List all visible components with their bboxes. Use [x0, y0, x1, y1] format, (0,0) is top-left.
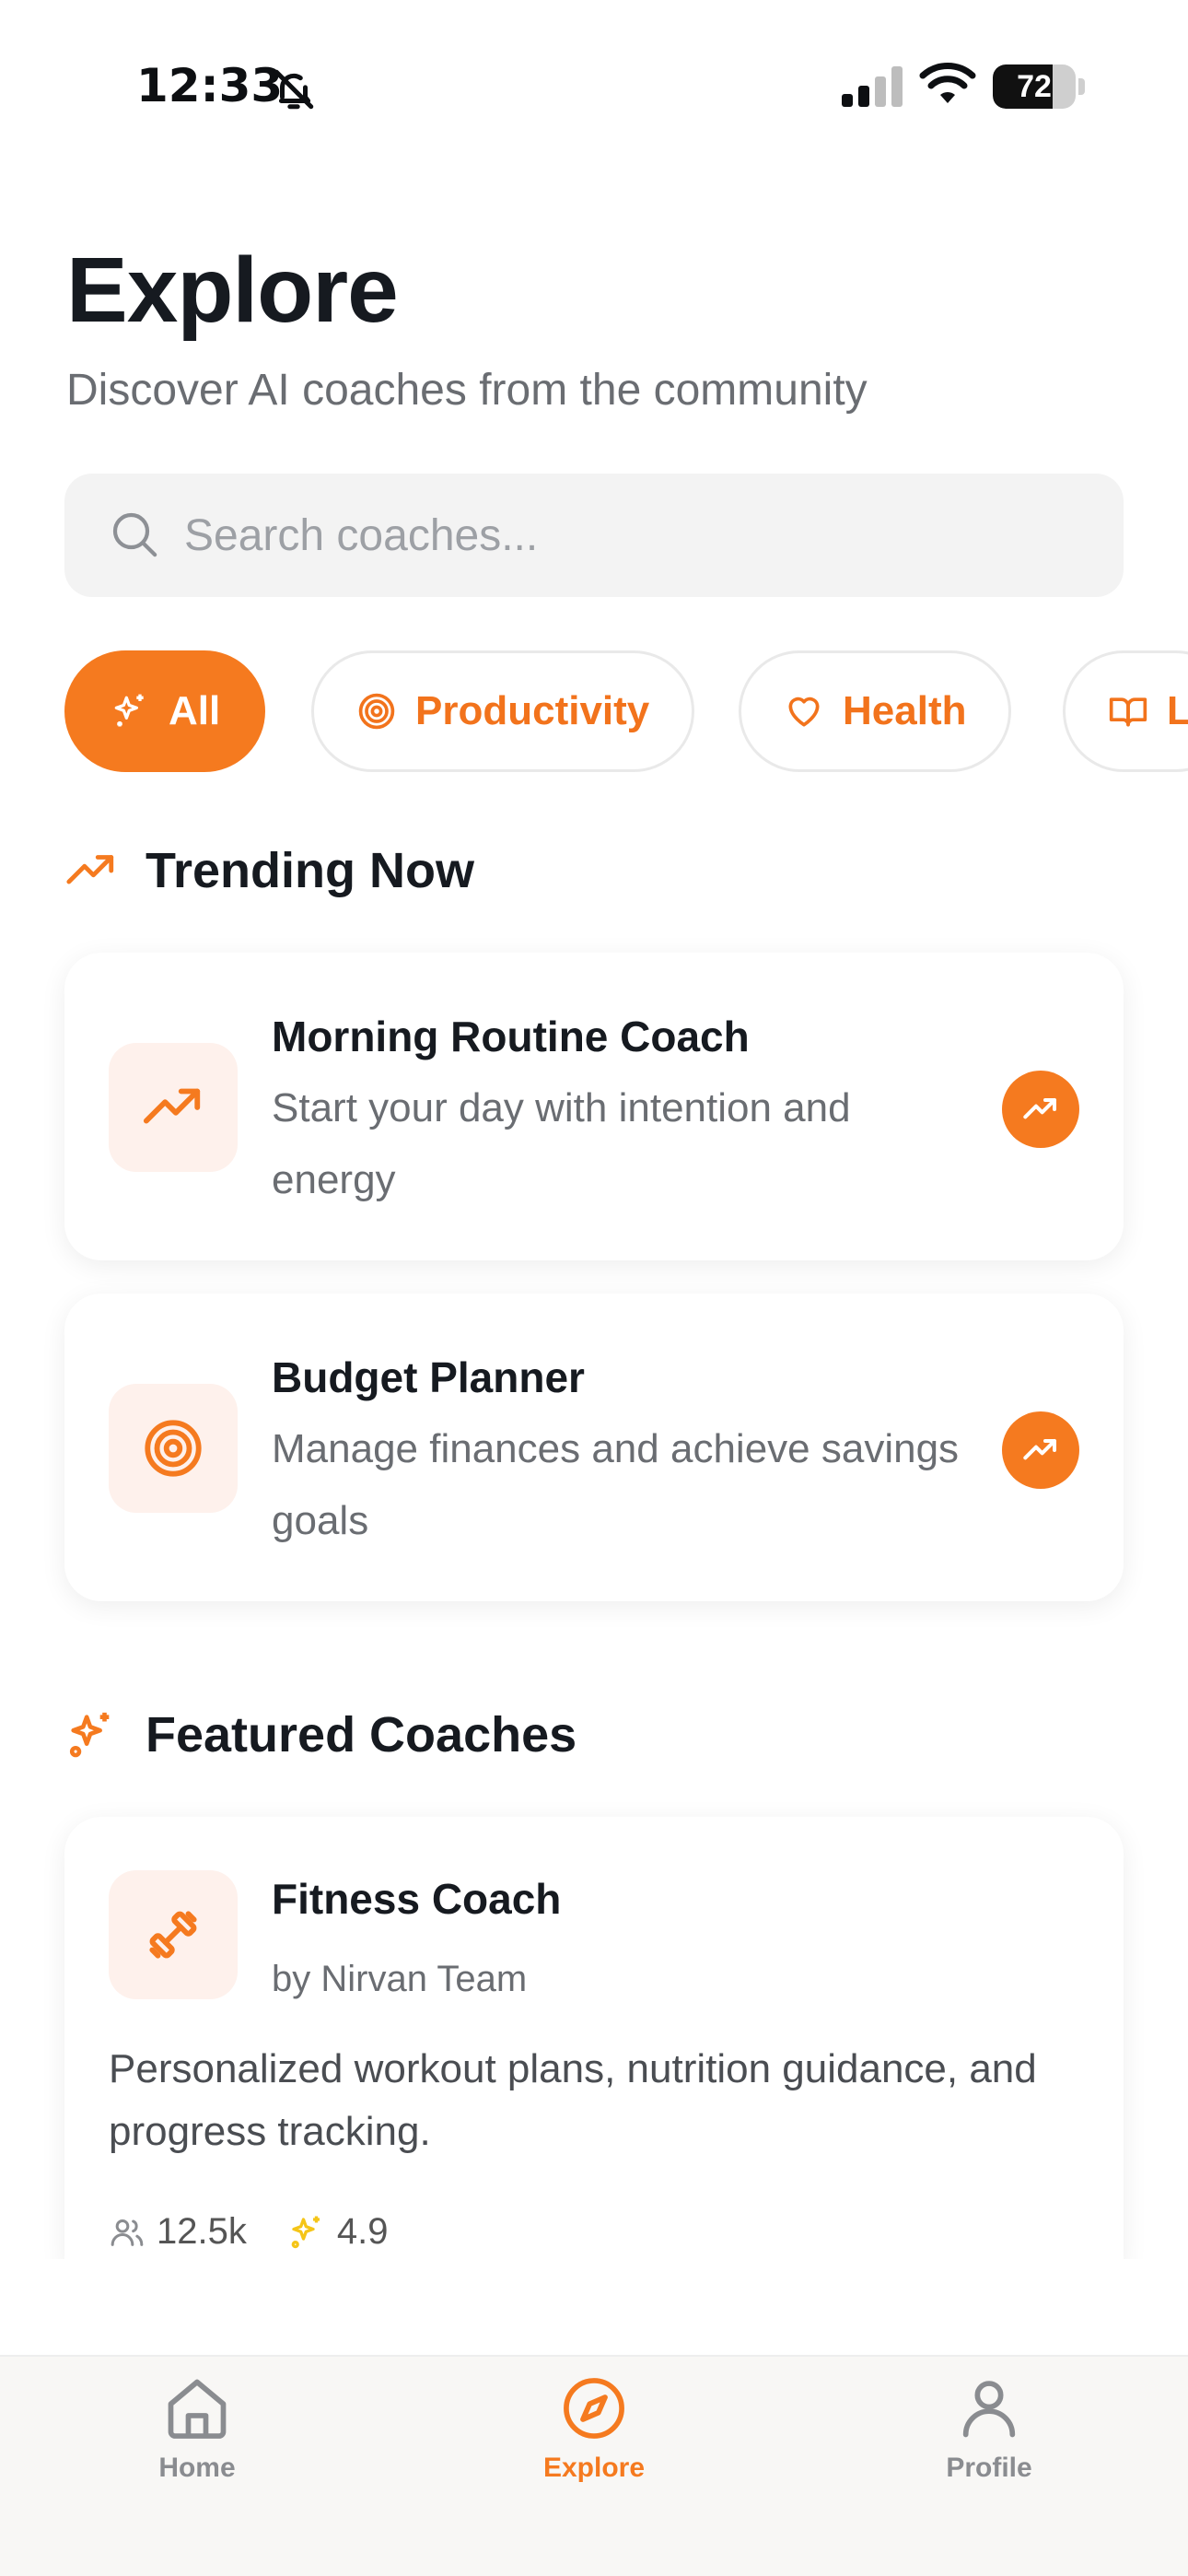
rating-stat: 4.9 — [287, 2211, 389, 2253]
dumbbell-icon — [149, 1911, 197, 1959]
heart-icon — [788, 697, 820, 727]
chip-label: L — [1167, 688, 1188, 733]
wifi-icon — [919, 63, 976, 103]
trending-badge-button[interactable] — [1002, 1071, 1079, 1148]
search-input[interactable] — [184, 474, 1087, 597]
trending-heading: Trending Now — [64, 842, 474, 899]
users-stat: 12.5k — [109, 2211, 247, 2253]
status-time: 12:33 — [136, 59, 284, 112]
chip-productivity[interactable]: Productivity — [311, 650, 695, 772]
status-bar: 12:33 72 — [0, 0, 1188, 175]
search-icon — [112, 512, 157, 557]
trending-badge-button[interactable] — [1002, 1411, 1079, 1489]
section-title: Trending Now — [146, 843, 474, 898]
rating-value: 4.9 — [336, 2211, 389, 2252]
tab-explore[interactable]: Explore — [502, 2373, 686, 2502]
compass-icon — [564, 2378, 624, 2439]
featured-coach-card[interactable]: Fitness Coach by Nirvan Team Personalize… — [64, 1817, 1124, 2268]
user-icon — [962, 2381, 1016, 2438]
card-title: Morning Routine Coach — [272, 1013, 750, 1060]
tab-label: Profile — [946, 2453, 1032, 2483]
chip-label: All — [169, 688, 221, 733]
target-icon — [145, 1420, 202, 1477]
trending-card[interactable]: Morning Routine Coach Start your day wit… — [64, 953, 1124, 1260]
sparkles-icon — [69, 1712, 110, 1758]
card-icon-container — [109, 1870, 238, 1999]
chip-learning[interactable]: L — [1063, 650, 1188, 772]
sparkles-icon — [291, 2216, 320, 2248]
card-title: Fitness Coach — [272, 1875, 562, 1923]
tab-home[interactable]: Home — [105, 2373, 289, 2502]
trending-card[interactable]: Budget Planner Manage finances and achie… — [64, 1294, 1124, 1601]
page-title: Explore — [66, 239, 399, 342]
featured-heading: Featured Coaches — [64, 1706, 577, 1763]
tab-label: Explore — [542, 2453, 646, 2483]
chip-label: Health — [843, 688, 967, 733]
trending-up-icon — [143, 1088, 201, 1124]
trending-up-icon — [66, 855, 114, 884]
card-description: Start your day with intention and energy — [272, 1085, 851, 1202]
battery-level-text: 72 — [1017, 69, 1052, 104]
chip-all[interactable]: All — [64, 650, 266, 772]
signal-icon — [842, 66, 903, 107]
users-icon — [111, 2219, 144, 2246]
card-description: Manage finances and achieve savings goal… — [272, 1426, 960, 1543]
sparkles-icon — [114, 694, 144, 727]
card-icon-container — [109, 1043, 238, 1172]
card-title: Budget Planner — [272, 1353, 585, 1401]
bottom-tab-bar: Home Explore Profile — [0, 2355, 1188, 2576]
card-icon-container — [109, 1384, 238, 1513]
chip-label: Productivity — [415, 688, 650, 733]
bell-slash-icon — [274, 69, 314, 110]
target-icon — [358, 693, 395, 730]
card-stats: 12.5k 4.9 — [109, 2211, 415, 2253]
book-icon — [1109, 697, 1147, 727]
section-title: Featured Coaches — [146, 1707, 577, 1762]
scroll-fade — [0, 2259, 1188, 2351]
card-author: by Nirvan Team — [272, 1959, 528, 1999]
tab-profile[interactable]: Profile — [897, 2373, 1081, 2502]
trending-up-icon — [1023, 1098, 1056, 1119]
category-filter-row: All Productivity Health L — [64, 650, 1188, 772]
battery-icon: 72 — [993, 64, 1085, 109]
home-icon — [168, 2379, 227, 2439]
page-subtitle: Discover AI coaches from the community — [66, 366, 868, 415]
search-bar[interactable] — [64, 474, 1124, 597]
chip-health[interactable]: Health — [739, 650, 1012, 772]
explore-screen: 12:33 72 Explore Discover AI coaches fro… — [0, 0, 1188, 2576]
card-description: Personalized workout plans, nutrition gu… — [109, 2046, 1037, 2154]
trending-up-icon — [1023, 1439, 1056, 1460]
tab-label: Home — [158, 2453, 236, 2483]
users-count: 12.5k — [157, 2211, 247, 2252]
